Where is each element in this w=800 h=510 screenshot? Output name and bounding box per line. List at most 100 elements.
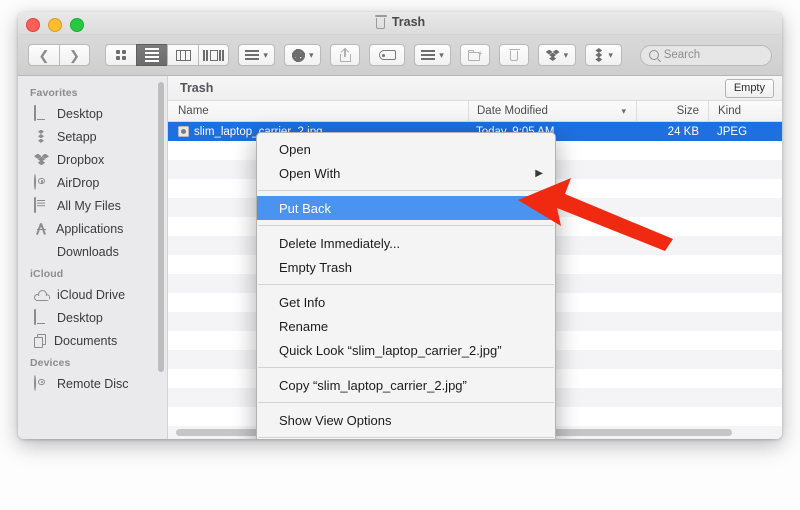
arrange-secondary-button[interactable]: ▾: [413, 44, 452, 66]
back-button[interactable]: ❮: [28, 44, 59, 66]
chevron-down-icon: ▾: [308, 49, 314, 60]
sidebar-item-airdrop[interactable]: AirDrop: [18, 171, 167, 194]
setapp-button[interactable]: ▾: [584, 44, 622, 66]
dropbox-button[interactable]: ▾: [538, 44, 576, 66]
disc-icon: [34, 374, 50, 392]
menu-item-open[interactable]: Open: [257, 137, 555, 161]
sidebar-section-favorites-header: Favorites: [30, 87, 78, 99]
menu-item-label: Copy “slim_laptop_carrier_2.jpg”: [279, 377, 467, 393]
menu-item-copy[interactable]: Copy “slim_laptop_carrier_2.jpg”: [257, 373, 555, 397]
menu-item-label: Rename: [279, 318, 329, 334]
menu-item-rename[interactable]: Rename: [257, 314, 555, 338]
content-header: Trash Empty: [168, 76, 782, 101]
desktop-icon: [34, 308, 50, 326]
sidebar-item-downloads[interactable]: Downloads: [18, 240, 167, 263]
finder-toolbar: ❮ ❯ ▾ ▾ ▾ + ▾ ▾ Search: [18, 35, 782, 76]
sidebar-item-dropbox[interactable]: Dropbox: [18, 148, 167, 171]
sidebar-item-label: Remote Disc: [57, 376, 129, 391]
menu-item-open-with[interactable]: Open With ▶: [257, 161, 555, 185]
file-kind-cell: JPEG: [717, 125, 748, 138]
chevron-down-icon: ▾: [621, 105, 626, 116]
menu-item-empty-trash[interactable]: Empty Trash: [257, 255, 555, 279]
new-folder-icon: +: [467, 49, 483, 61]
share-icon: [339, 47, 351, 62]
chevron-down-icon: ▾: [608, 49, 613, 60]
list-view-button[interactable]: [136, 44, 167, 66]
sidebar-item-label: AirDrop: [57, 175, 100, 190]
view-mode-group: [105, 44, 229, 66]
menu-item-quick-look[interactable]: Quick Look “slim_laptop_carrier_2.jpg”: [257, 338, 555, 362]
tag-button[interactable]: [369, 44, 405, 66]
menu-item-label: Get Info: [279, 294, 326, 310]
icon-view-button[interactable]: [105, 44, 136, 66]
column-label: Size: [676, 105, 699, 117]
chevron-right-icon: ❯: [69, 47, 80, 63]
forward-button[interactable]: ❯: [59, 44, 90, 66]
submenu-arrow-icon: ▶: [535, 167, 543, 179]
menu-item-label: Put Back: [279, 200, 332, 216]
sidebar-item-setapp[interactable]: Setapp: [18, 125, 167, 148]
airdrop-icon: [34, 173, 50, 191]
sidebar-item-all-my-files[interactable]: All My Files: [18, 194, 167, 217]
window-titlebar[interactable]: Trash: [18, 12, 782, 35]
list-icon: [145, 48, 159, 62]
sidebar-item-label: Applications: [56, 221, 124, 236]
sidebar-item-label: Documents: [54, 333, 118, 348]
column-header-kind[interactable]: Kind: [708, 101, 782, 121]
empty-trash-button[interactable]: Empty: [724, 78, 774, 98]
sidebar-item-icloud-desktop[interactable]: Desktop: [18, 306, 167, 329]
sidebar-item-documents[interactable]: Documents: [18, 329, 167, 352]
sidebar-item-applications[interactable]: Applications: [18, 217, 167, 240]
sidebar-item-icloud-drive[interactable]: iCloud Drive: [18, 283, 167, 306]
sidebar-item-desktop[interactable]: Desktop: [18, 102, 167, 125]
context-menu: Open Open With ▶ Put Back Delete Immedia…: [256, 132, 556, 439]
menu-separator: [258, 225, 554, 226]
grid-icon: [116, 50, 126, 60]
column-view-button[interactable]: [167, 44, 198, 66]
sidebar-item-label: Dropbox: [57, 152, 105, 167]
sidebar-section-icloud-header: iCloud: [30, 268, 64, 280]
applications-icon: [34, 222, 49, 236]
dropbox-icon: [545, 49, 560, 62]
icloud-icon: [34, 290, 50, 301]
navigation-buttons: ❮ ❯: [28, 44, 90, 66]
window-title: Trash: [391, 15, 426, 29]
delete-button[interactable]: [499, 44, 530, 66]
coverflow-icon: [203, 49, 224, 61]
column-header-name[interactable]: Name: [168, 101, 468, 121]
columns-icon: [175, 49, 191, 61]
menu-item-label: Open: [279, 141, 311, 157]
action-button[interactable]: ▾: [284, 44, 322, 66]
trash-icon: [508, 48, 520, 62]
new-folder-button[interactable]: +: [460, 44, 491, 66]
menu-item-label: Delete Immediately...: [279, 235, 401, 251]
menu-separator: [258, 284, 554, 285]
sidebar-scrollbar[interactable]: [158, 82, 164, 372]
sidebar-item-remote-disc[interactable]: Remote Disc: [18, 372, 167, 395]
column-header-date-modified[interactable]: Date Modified ▾: [468, 101, 636, 121]
setapp-icon: [34, 129, 50, 145]
sidebar-item-label: iCloud Drive: [57, 287, 126, 302]
menu-item-label: Show View Options: [279, 412, 392, 428]
arrange-button[interactable]: ▾: [238, 44, 276, 66]
sidebar-item-label: Desktop: [57, 310, 103, 325]
chevron-down-icon: ▾: [263, 49, 268, 60]
sidebar-item-label: Setapp: [57, 129, 97, 144]
search-field[interactable]: Search: [639, 44, 772, 66]
column-header-size[interactable]: Size: [636, 101, 708, 121]
menu-separator: [258, 367, 554, 368]
share-button[interactable]: [330, 44, 361, 66]
screenshot-root: Trash ❮ ❯ ▾ ▾ ▾ + ▾ ▾ Search Favorites D…: [0, 0, 800, 510]
menu-item-put-back[interactable]: Put Back: [257, 196, 555, 220]
gallery-view-button[interactable]: [198, 44, 229, 66]
jpeg-file-icon: [178, 126, 189, 137]
search-icon: [648, 50, 659, 60]
menu-item-show-view-options[interactable]: Show View Options: [257, 408, 555, 432]
menu-item-get-info[interactable]: Get Info: [257, 290, 555, 314]
tag-icon: [378, 50, 396, 60]
downloads-icon: [34, 244, 50, 260]
desktop-icon: [34, 104, 50, 122]
trash-icon: [374, 15, 387, 29]
dropbox-icon: [34, 152, 50, 168]
menu-item-delete-immediately[interactable]: Delete Immediately...: [257, 231, 555, 255]
